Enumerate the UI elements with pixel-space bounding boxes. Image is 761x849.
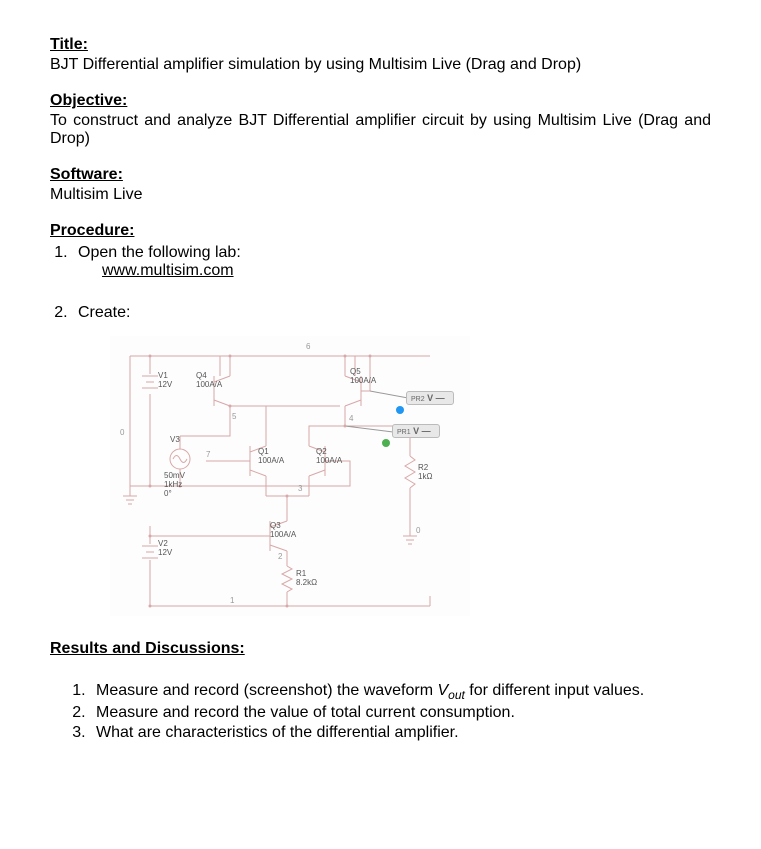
node-5: 5 [232,412,236,421]
objective-text: To construct and analyze BJT Differentia… [50,112,711,148]
results-vout-v: V [437,682,448,699]
node-6: 6 [306,342,310,351]
title-text: BJT Differential amplifier simulation by… [50,56,711,74]
objective-heading: Objective: [50,92,711,110]
label-r2: R2 1kΩ [418,464,432,482]
label-q5: Q5 100A/A [350,368,376,386]
probe-pr2: PR2 V — [406,391,454,405]
procedure-step-1-text: Open the following lab: [78,244,241,261]
label-v3-name: V3 [170,436,180,445]
node-7: 7 [206,450,210,459]
probe-pr2-name: PR2 [411,396,425,403]
title-heading: Title: [50,36,711,54]
label-q1: Q1 100A/A [258,448,284,466]
node-3: 3 [298,484,302,493]
node-2: 2 [278,552,282,561]
software-heading: Software: [50,166,711,184]
results-heading: Results and Discussions: [50,640,711,658]
node-0b: 0 [416,526,420,535]
label-v1: V1 12V [158,372,172,390]
probe-pr1: PR1 V — [392,424,440,438]
probe-pr1-name: PR1 [397,429,411,436]
label-r1: R1 8.2kΩ [296,570,317,588]
procedure-step-1: Open the following lab: www.multisim.com [72,244,711,280]
results-vout-sub: out [448,688,465,702]
document-page: Title: BJT Differential amplifier simula… [0,0,761,774]
procedure-step-2-text: Create: [78,304,130,321]
procedure-step-2: Create: [72,304,711,322]
label-q2: Q2 100A/A [316,448,342,466]
node-4: 4 [349,414,353,423]
results-item-2: Measure and record the value of total cu… [90,704,711,722]
label-v3-val: 50mV 1kHz 0° [164,472,185,498]
procedure-link[interactable]: www.multisim.com [102,262,234,279]
probe-pr1-val: V [413,426,419,436]
results-item-1b: for different input values. [465,682,644,699]
procedure-list: Open the following lab: www.multisim.com [72,244,711,280]
procedure-heading: Procedure: [50,222,711,240]
label-q4: Q4 100A/A [196,372,222,390]
probe-pr2-dot [396,406,404,414]
probe-pr2-val: V [427,393,433,403]
results-item-3: What are characteristics of the differen… [90,724,711,742]
results-list: Measure and record (screenshot) the wave… [90,682,711,742]
circuit-diagram: V1 12V Q4 100A/A Q5 100A/A V3 50mV 1kHz … [110,336,470,616]
software-text: Multisim Live [50,186,711,204]
results-item-1a: Measure and record (screenshot) the wave… [96,682,437,699]
node-1: 1 [230,596,234,605]
node-0a: 0 [120,428,124,437]
procedure-list-2: Create: [72,304,711,322]
label-q3: Q3 100A/A [270,522,296,540]
results-item-1: Measure and record (screenshot) the wave… [90,682,711,702]
label-v2: V2 12V [158,540,172,558]
probe-pr1-dot [382,439,390,447]
